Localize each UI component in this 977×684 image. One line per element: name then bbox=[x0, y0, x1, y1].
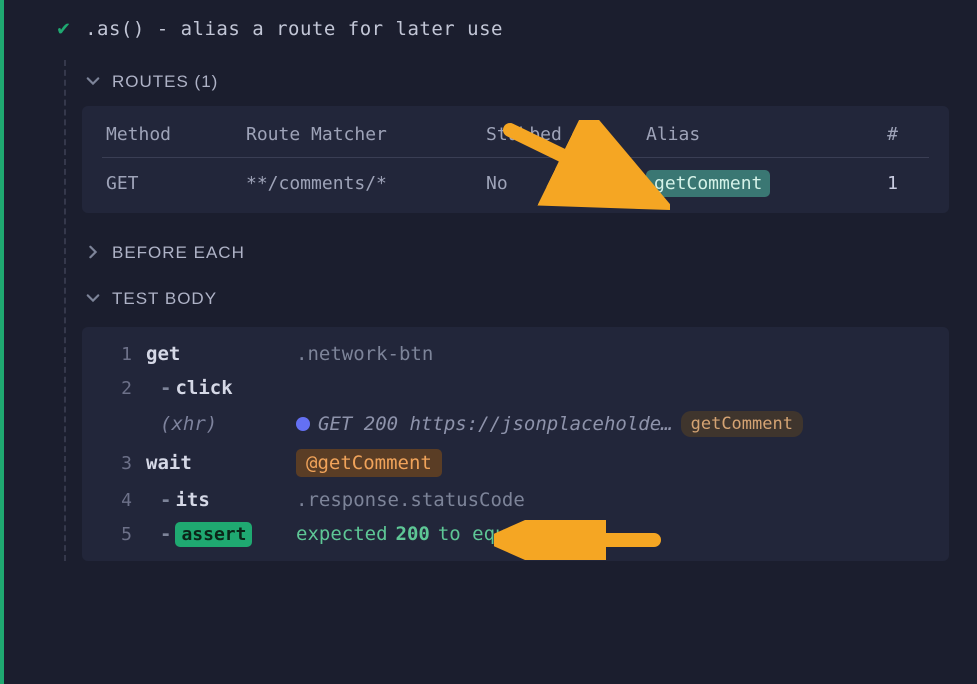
command-row[interactable]: 5 -assert expected 200 to equal 200 bbox=[82, 517, 949, 551]
col-alias: Alias bbox=[646, 124, 846, 145]
cmd-name: -its bbox=[146, 489, 296, 511]
cmd-name: wait bbox=[146, 452, 296, 474]
col-method: Method bbox=[106, 124, 246, 145]
assert-message: expected 200 to equal 200 bbox=[296, 523, 933, 545]
cmd-num: 2 bbox=[98, 378, 146, 399]
command-log: 1 get .network-btn 2 -click (xhr) GET 20… bbox=[82, 327, 949, 561]
col-count: # bbox=[846, 124, 906, 145]
test-title: .as() - alias a route for later use bbox=[85, 18, 503, 40]
cmd-num: 1 bbox=[98, 344, 146, 365]
before-each-section-toggle[interactable]: BEFORE EACH bbox=[80, 231, 957, 277]
command-row[interactable]: 1 get .network-btn bbox=[82, 337, 949, 371]
cmd-num: 4 bbox=[98, 490, 146, 511]
cmd-message: .response.statusCode bbox=[296, 489, 933, 511]
routes-section-toggle[interactable]: ROUTES (1) bbox=[80, 60, 957, 106]
cmd-num: 3 bbox=[98, 453, 146, 474]
xhr-indicator-icon bbox=[296, 417, 310, 431]
cmd-name: -click bbox=[146, 377, 296, 399]
col-matcher: Route Matcher bbox=[246, 124, 486, 145]
before-each-label: BEFORE EACH bbox=[112, 243, 245, 263]
xhr-message: GET 200 https://jsonplaceholde… getComme… bbox=[296, 411, 933, 437]
route-stubbed: No bbox=[486, 173, 646, 194]
command-row[interactable]: 2 -click bbox=[82, 371, 949, 405]
xhr-alias-pill: getComment bbox=[681, 411, 803, 437]
command-row[interactable]: 3 wait @getComment bbox=[82, 443, 949, 483]
wait-alias-badge: @getComment bbox=[296, 449, 442, 477]
route-count: 1 bbox=[846, 173, 906, 194]
routes-label: ROUTES (1) bbox=[112, 72, 218, 92]
chevron-down-icon bbox=[86, 291, 100, 308]
chevron-down-icon bbox=[86, 74, 100, 91]
test-body-section-toggle[interactable]: TEST BODY bbox=[80, 277, 957, 323]
command-row[interactable]: 4 -its .response.statusCode bbox=[82, 483, 949, 517]
check-icon: ✔ bbox=[56, 19, 71, 40]
routes-panel: Method Route Matcher Stubbed Alias # GET… bbox=[82, 106, 949, 213]
route-matcher: **/comments/* bbox=[246, 173, 486, 194]
cmd-message: .network-btn bbox=[296, 343, 933, 365]
routes-table-header: Method Route Matcher Stubbed Alias # bbox=[82, 114, 949, 155]
col-stubbed: Stubbed bbox=[486, 124, 646, 145]
routes-table-row[interactable]: GET **/comments/* No getComment 1 bbox=[82, 160, 949, 207]
cmd-name: -assert bbox=[146, 523, 296, 545]
test-body-label: TEST BODY bbox=[112, 289, 217, 309]
test-title-row[interactable]: ✔ .as() - alias a route for later use bbox=[36, 10, 957, 60]
chevron-right-icon bbox=[86, 245, 100, 262]
command-row-xhr[interactable]: (xhr) GET 200 https://jsonplaceholde… ge… bbox=[82, 405, 949, 443]
cmd-name: get bbox=[146, 343, 296, 365]
xhr-label: (xhr) bbox=[146, 413, 296, 435]
route-method: GET bbox=[106, 173, 246, 194]
route-alias-badge: getComment bbox=[646, 170, 770, 197]
cmd-num: 5 bbox=[98, 524, 146, 545]
